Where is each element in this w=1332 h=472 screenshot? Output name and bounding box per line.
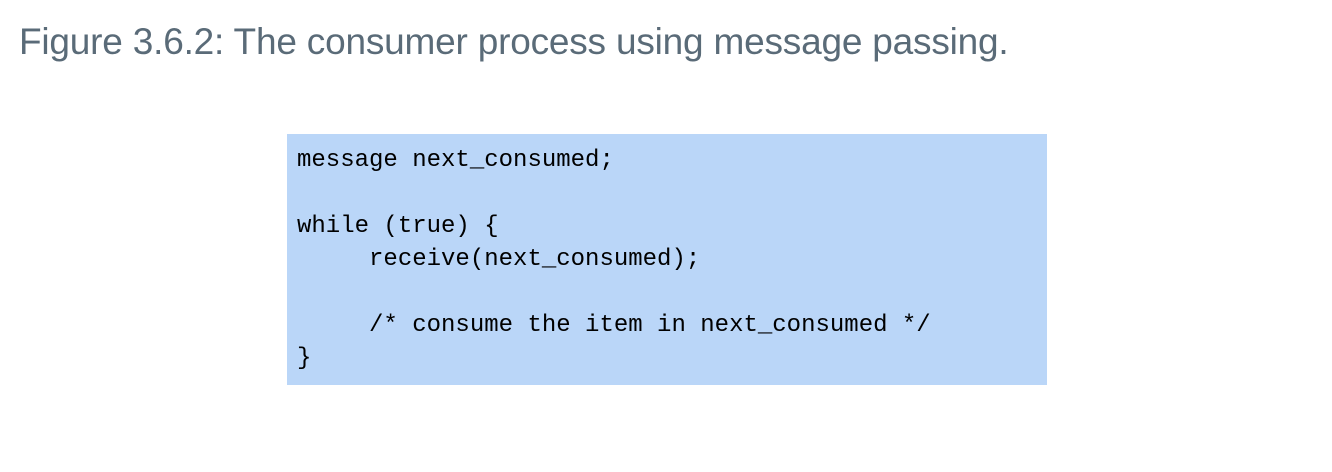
code-line-receive: receive(next_consumed); [297,246,701,273]
code-block: message next_consumed; while (true) { re… [287,134,1047,385]
code-line-closing-brace: } [297,345,312,372]
code-line-declaration: message next_consumed; [297,147,614,174]
code-line-while: while (true) { [297,213,499,240]
figure-caption: Figure 3.6.2: The consumer process using… [19,21,1009,62]
code-line-comment: /* consume the item in next_consumed */ [297,312,931,339]
